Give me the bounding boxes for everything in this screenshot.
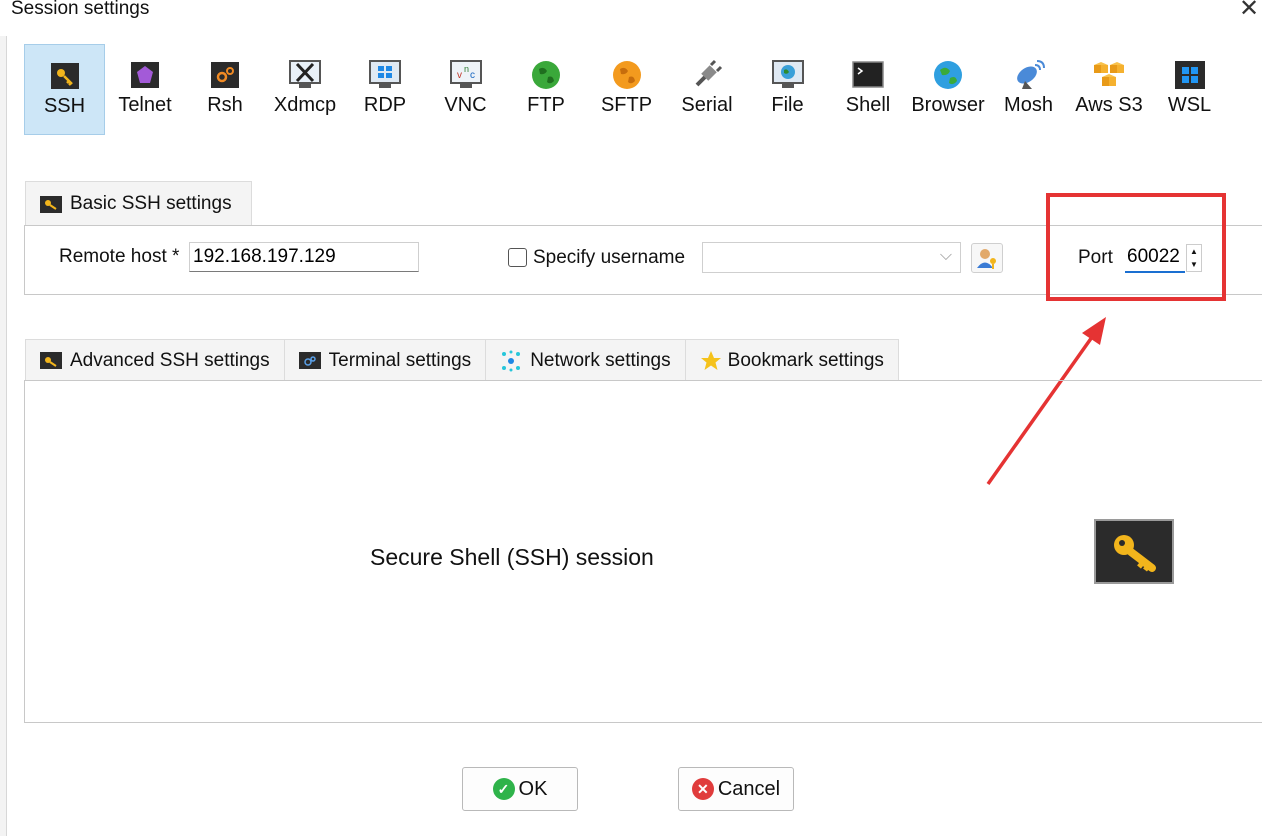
- cancel-x-icon: ✕: [691, 778, 714, 800]
- terminal-gears-icon: [298, 352, 321, 369]
- tab-terminal-settings[interactable]: Terminal settings: [283, 339, 487, 381]
- network-nodes-icon: [502, 350, 521, 371]
- cancel-button[interactable]: ✕ Cancel: [678, 767, 794, 811]
- key-icon: [40, 352, 62, 369]
- tab-network-settings[interactable]: Network settings: [485, 339, 686, 381]
- tab-advanced-ssh-settings[interactable]: Advanced SSH settings: [25, 339, 285, 381]
- ok-label: OK: [518, 777, 548, 800]
- advanced-tabs: Advanced SSH settings Terminal settings …: [25, 339, 899, 381]
- cancel-label: Cancel: [717, 777, 781, 800]
- tab-label: Terminal settings: [328, 349, 472, 371]
- ssh-key-large-icon: [1094, 519, 1174, 584]
- ok-button[interactable]: ✓ OK: [462, 767, 578, 811]
- tab-label: Advanced SSH settings: [70, 349, 270, 371]
- tab-bookmark-settings[interactable]: Bookmark settings: [684, 339, 899, 381]
- session-description: Secure Shell (SSH) session: [370, 544, 654, 570]
- tab-label: Network settings: [530, 349, 671, 371]
- tab-label: Bookmark settings: [727, 349, 884, 371]
- star-icon: [700, 350, 721, 370]
- check-icon: ✓: [492, 778, 515, 800]
